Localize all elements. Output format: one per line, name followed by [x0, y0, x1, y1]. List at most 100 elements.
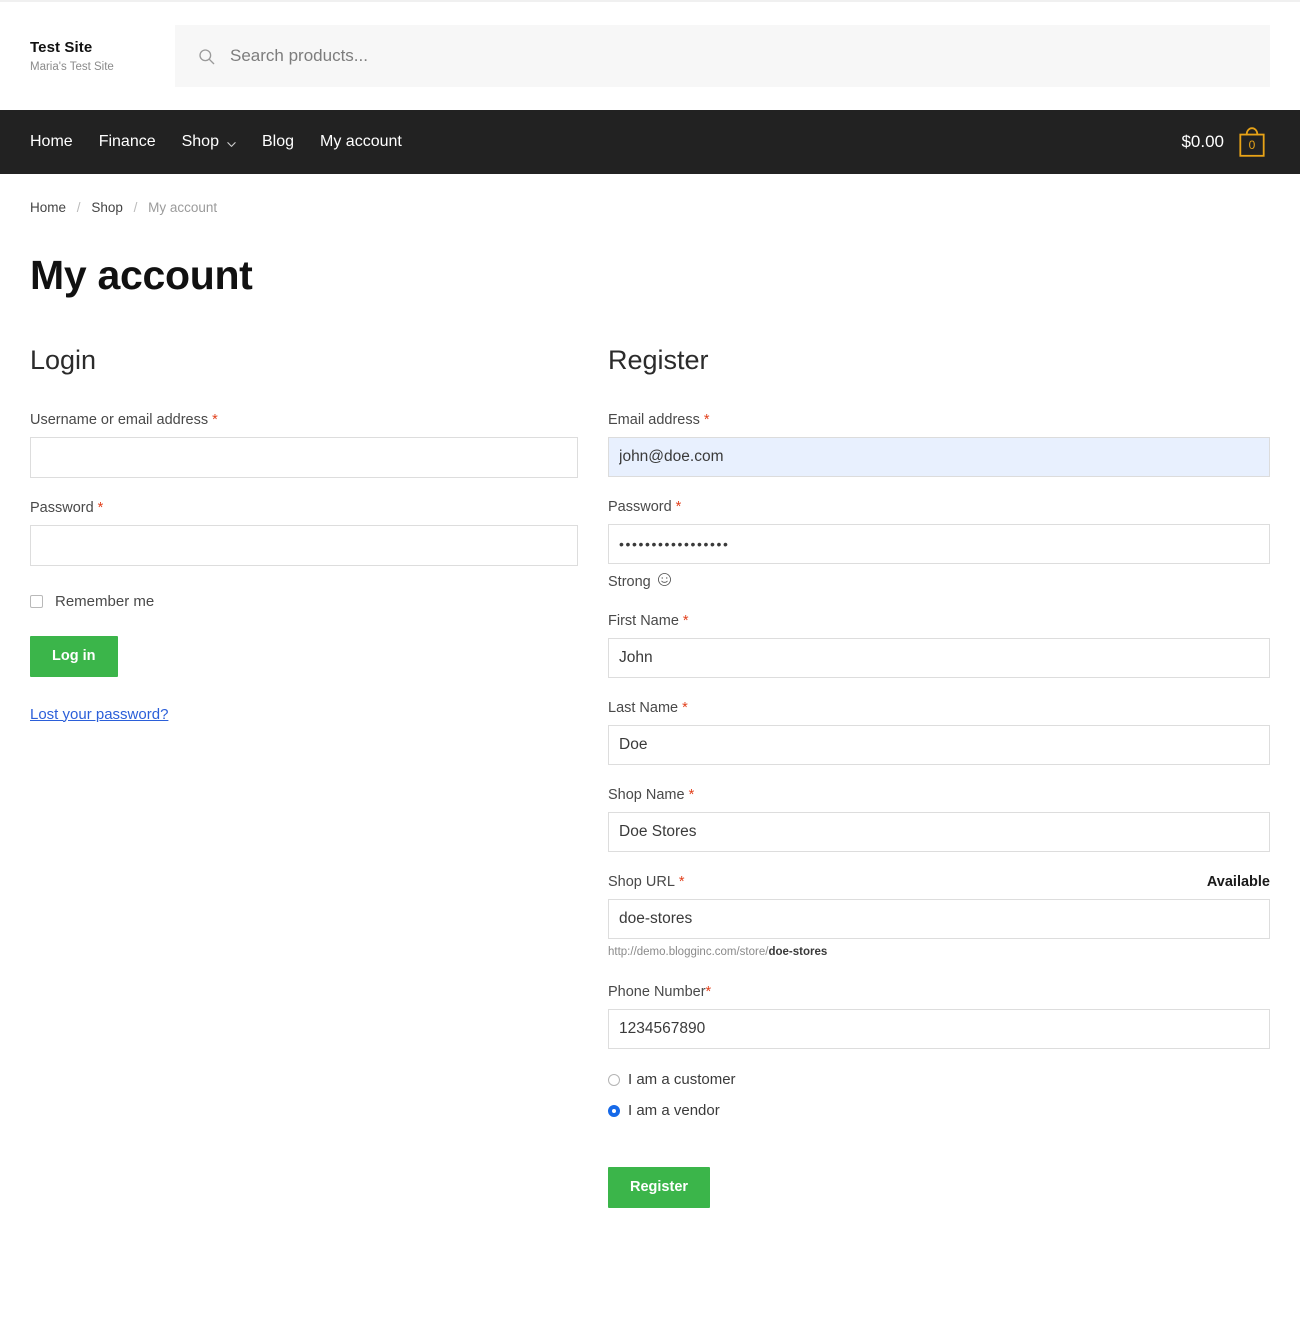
register-password-label-text: Password — [608, 499, 672, 515]
required-asterisk: * — [682, 613, 689, 629]
shop-url-preview: http://demo.blogginc.com/store/doe-store… — [608, 946, 1270, 958]
required-asterisk: * — [688, 787, 695, 803]
site-branding[interactable]: Test Site Maria's Test Site — [30, 39, 175, 73]
account-type-customer-label: I am a customer — [628, 1071, 736, 1088]
register-last-name-field: Last Name * — [608, 700, 1270, 765]
radio-vendor[interactable] — [608, 1104, 620, 1117]
register-phone-label: Phone Number* — [608, 984, 1270, 1000]
nav-item-label: Finance — [98, 133, 156, 150]
cart-total: $0.00 — [1181, 132, 1224, 151]
nav-item-my-account[interactable]: My account — [307, 133, 415, 151]
register-first-name-field: First Name * — [608, 613, 1270, 678]
register-email-label-text: Email address — [608, 412, 700, 428]
account-columns: Login Username or email address * Passwor… — [30, 345, 1270, 1208]
breadcrumb: Home / Shop / My account — [30, 174, 1270, 215]
cart-button[interactable]: $0.00 0 — [1181, 124, 1270, 160]
cart-count: 0 — [1248, 137, 1256, 152]
login-username-input[interactable] — [30, 437, 578, 478]
register-first-name-label: First Name * — [608, 613, 1270, 629]
breadcrumb-separator: / — [133, 200, 138, 215]
register-shop-name-label-text: Shop Name — [608, 787, 685, 803]
login-password-label-text: Password — [30, 500, 94, 516]
required-asterisk: * — [212, 412, 218, 428]
register-password-label: Password * — [608, 499, 1270, 515]
register-email-label: Email address * — [608, 412, 1270, 428]
register-first-name-input[interactable] — [608, 638, 1270, 678]
register-password-field: Password* Strong — [608, 499, 1270, 591]
account-type-option-vendor[interactable]: I am a vendor — [608, 1102, 1270, 1119]
shopping-bag-icon: 0 — [1234, 124, 1270, 160]
login-username-label: Username or email address * — [30, 412, 578, 428]
required-asterisk: * — [703, 412, 710, 428]
shop-url-label-row: Shop URL * Available — [608, 874, 1270, 899]
remember-me-checkbox[interactable] — [30, 595, 43, 608]
chevron-down-icon — [226, 137, 236, 147]
register-section: Register Email address* Password* Strong — [608, 345, 1270, 1208]
shop-url-preview-slug: doe-stores — [768, 946, 828, 958]
required-asterisk: * — [682, 700, 688, 716]
nav-item-home[interactable]: Home — [30, 133, 86, 151]
register-phone-field: Phone Number* — [608, 984, 1270, 1049]
register-email-field: Email address * — [608, 412, 1270, 477]
site-title: Test Site — [30, 39, 93, 57]
login-password-input[interactable] — [30, 525, 578, 566]
register-phone-input[interactable] — [608, 1009, 1270, 1049]
search-input[interactable]: Search products... — [175, 25, 1270, 87]
register-shop-name-input[interactable] — [608, 812, 1270, 852]
remember-me-row[interactable]: Remember me — [30, 593, 578, 610]
site-header: Test Site Maria's Test Site Search produ… — [0, 0, 1300, 110]
nav-items: Home Finance Shop Blog My account — [30, 133, 415, 151]
lost-password-link[interactable]: Lost your password? — [30, 706, 168, 723]
account-type-vendor-label: I am a vendor — [628, 1102, 720, 1119]
breadcrumb-item-my-account: My account — [148, 200, 218, 215]
site-tagline: Maria's Test Site — [30, 60, 114, 73]
register-shop-url-label: Shop URL * — [608, 874, 1207, 890]
page-title: My account — [30, 252, 253, 298]
nav-item-blog[interactable]: Blog — [249, 133, 307, 151]
register-email-input[interactable] — [608, 437, 1270, 477]
login-heading: Login — [30, 345, 97, 375]
login-button[interactable]: Log in — [30, 636, 118, 677]
required-asterisk: * — [675, 499, 682, 515]
search-icon — [197, 47, 216, 66]
register-heading: Register — [608, 345, 709, 375]
register-shop-name-label: Shop Name * — [608, 787, 1270, 803]
password-strength-text: Strong — [608, 573, 651, 590]
register-last-name-label-text: Last Name — [608, 700, 679, 716]
register-last-name-label: Last Name * — [608, 700, 1270, 716]
register-shop-url-field: Shop URL* Available http://demo.blogginc… — [608, 874, 1270, 958]
required-asterisk: * — [97, 500, 104, 516]
login-password-label: Password * — [30, 500, 578, 516]
search-placeholder: Search products... — [230, 46, 368, 65]
breadcrumb-item-shop[interactable]: Shop — [91, 200, 123, 215]
account-type-option-customer[interactable]: I am a customer — [608, 1071, 1270, 1088]
register-shop-url-input[interactable] — [608, 899, 1270, 939]
login-section: Login Username or email address * Passwor… — [30, 345, 608, 1208]
shop-url-availability-status: Available — [1206, 874, 1270, 890]
login-username-field: Username or email address * — [30, 412, 578, 478]
nav-item-label: Shop — [181, 133, 219, 150]
shop-url-preview-prefix: http://demo.blogginc.com/store/ — [608, 946, 769, 958]
register-shop-url-label-text: Shop URL — [608, 874, 675, 890]
register-last-name-input[interactable] — [608, 725, 1270, 765]
register-first-name-label-text: First Name — [608, 613, 679, 629]
register-button[interactable]: Register — [608, 1167, 711, 1208]
nav-item-finance[interactable]: Finance — [86, 133, 169, 151]
register-phone-label-text: Phone Number — [608, 984, 706, 1000]
register-password-input[interactable] — [608, 524, 1270, 564]
password-strength-meter: Strong — [608, 572, 1270, 591]
required-asterisk: * — [705, 984, 712, 1000]
login-username-label-text: Username or email address — [30, 412, 209, 428]
remember-me-label: Remember me — [55, 593, 155, 610]
breadcrumb-item-home[interactable]: Home — [30, 200, 66, 215]
smiley-face-icon — [657, 572, 672, 591]
register-shop-name-field: Shop Name * — [608, 787, 1270, 852]
nav-item-label: Home — [30, 133, 73, 150]
nav-item-label: My account — [320, 133, 402, 150]
breadcrumb-separator: / — [76, 200, 81, 215]
register-button-wrap: Register — [608, 1167, 1270, 1208]
radio-customer[interactable] — [608, 1073, 620, 1086]
nav-item-shop[interactable]: Shop — [169, 133, 249, 151]
page-content: Home / Shop / My account My account Logi… — [0, 174, 1300, 1208]
nav-item-label: Blog — [261, 133, 295, 150]
